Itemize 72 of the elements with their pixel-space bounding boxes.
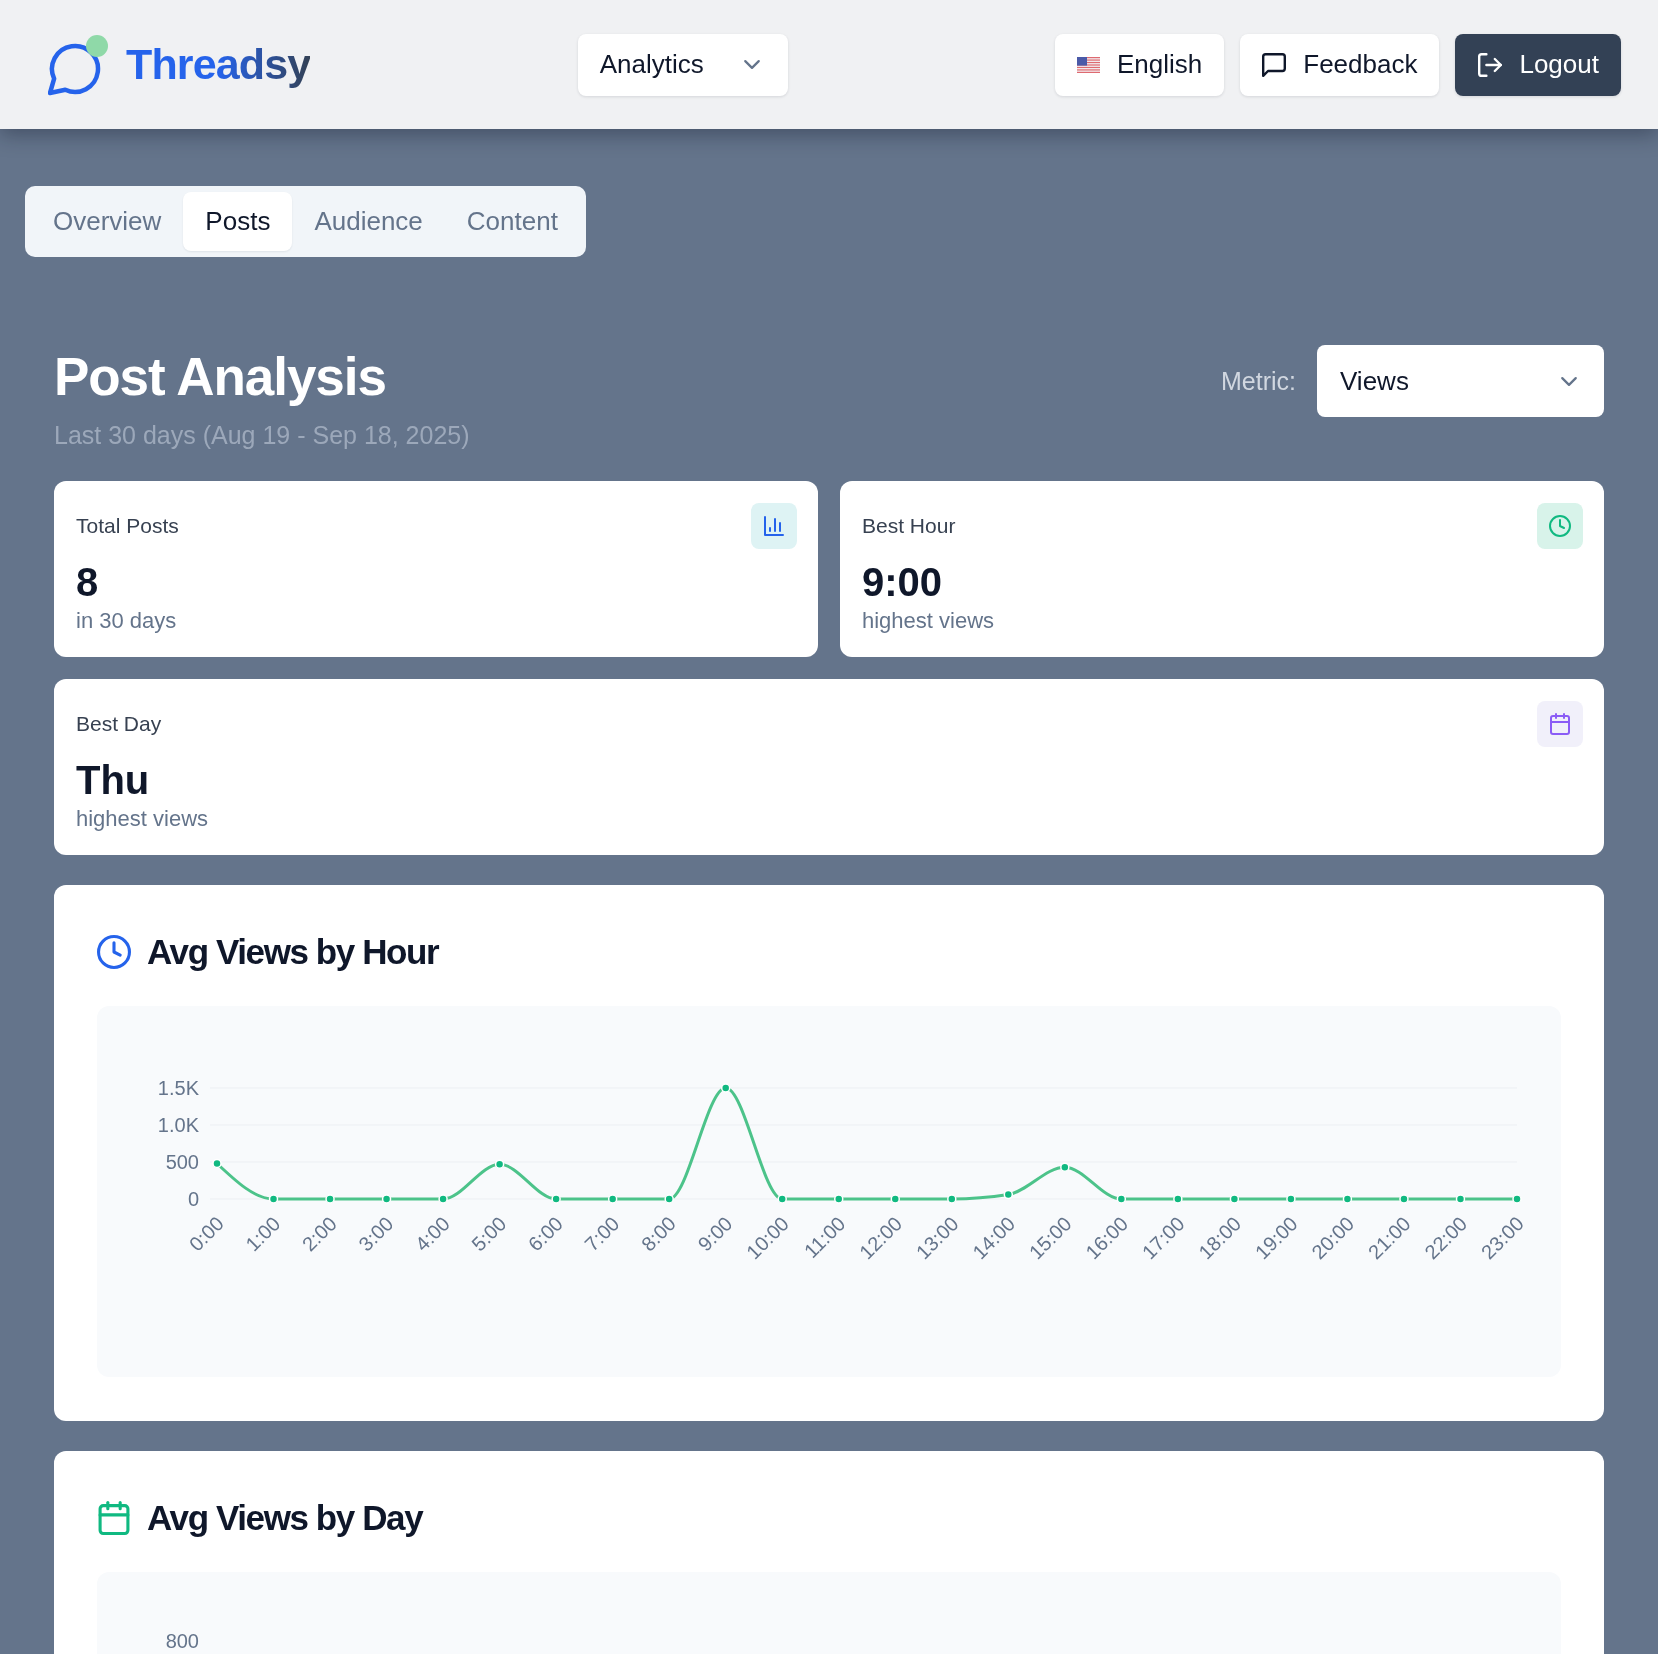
axis-label: 6:00 xyxy=(523,1212,567,1256)
axis-label: 0 xyxy=(187,1188,199,1210)
data-point xyxy=(720,1083,731,1093)
stat-value: 8 xyxy=(76,560,99,604)
axis-label: 1:00 xyxy=(241,1212,285,1256)
axis-label: 7:00 xyxy=(580,1212,624,1256)
data-point xyxy=(1512,1194,1522,1204)
stat-caption: highest views xyxy=(76,805,209,833)
stat-caption: highest views xyxy=(862,607,995,635)
data-point xyxy=(551,1194,561,1204)
axis-label: 4:00 xyxy=(410,1212,454,1256)
language-button[interactable]: English xyxy=(1055,33,1225,96)
bar-chart-icon xyxy=(751,503,797,549)
data-point xyxy=(1003,1189,1014,1200)
data-point xyxy=(212,1158,222,1169)
axis-label: 1.0K xyxy=(157,1114,199,1136)
data-point xyxy=(664,1194,674,1204)
metric-label: Metric: xyxy=(1221,366,1296,396)
data-point xyxy=(1455,1194,1466,1204)
data-point xyxy=(268,1194,279,1204)
tab[interactable]: Overview xyxy=(31,192,184,251)
chevron-down-icon xyxy=(743,60,760,69)
chart-title: Avg Views by Hour xyxy=(147,935,439,969)
tab[interactable]: Content xyxy=(444,192,580,251)
chevron-down-icon xyxy=(1561,376,1577,386)
data-point xyxy=(947,1194,957,1204)
logo-icon xyxy=(48,33,109,96)
data-point xyxy=(777,1194,787,1204)
axis-label: 3:00 xyxy=(354,1212,398,1256)
page-title: Post Analysis xyxy=(54,346,386,408)
data-point xyxy=(494,1159,505,1169)
metric-dropdown[interactable]: Views xyxy=(1317,345,1604,417)
data-point xyxy=(325,1194,335,1204)
clock-icon xyxy=(1537,503,1583,549)
data-point xyxy=(890,1194,900,1204)
logout-icon xyxy=(1478,52,1503,77)
data-point xyxy=(1116,1194,1127,1204)
axis-label: 5:00 xyxy=(467,1212,511,1256)
clock-icon xyxy=(97,935,131,969)
chart-title: Avg Views by Day xyxy=(147,1501,423,1535)
stat-label: Total Posts xyxy=(76,514,179,538)
axis-label: 1.5K xyxy=(157,1077,199,1099)
data-point xyxy=(438,1194,448,1204)
calendar-icon xyxy=(1537,701,1583,747)
data-point xyxy=(1060,1162,1070,1172)
axis-label: 800 xyxy=(165,1630,199,1652)
stat-label: Best Day xyxy=(76,712,162,736)
data-point xyxy=(607,1194,618,1204)
axis-label: 0:00 xyxy=(184,1212,228,1256)
message-icon xyxy=(1262,52,1287,77)
data-point xyxy=(1399,1194,1409,1204)
stat-value: Thu xyxy=(76,758,150,802)
data-point xyxy=(834,1194,844,1204)
data-point xyxy=(1229,1194,1240,1204)
stat-label: Best Hour xyxy=(862,514,956,538)
tab[interactable]: Posts xyxy=(183,192,293,251)
calendar-icon xyxy=(97,1501,131,1535)
stat-caption: in 30 days xyxy=(76,607,177,635)
tab[interactable]: Audience xyxy=(292,192,445,251)
page-subtitle: Last 30 days (Aug 19 - Sep 18, 2025) xyxy=(54,420,470,451)
flag-icon xyxy=(1077,56,1100,73)
data-point xyxy=(1342,1194,1353,1204)
data-point xyxy=(1286,1194,1296,1204)
feedback-button[interactable]: Feedback xyxy=(1240,33,1440,96)
axis-label: 8:00 xyxy=(636,1212,680,1256)
stat-value: 9:00 xyxy=(862,560,943,604)
data-point xyxy=(1173,1194,1183,1204)
axis-label: 500 xyxy=(165,1151,199,1173)
data-point xyxy=(381,1194,392,1204)
logout-button[interactable]: Logout xyxy=(1455,33,1621,96)
axis-label: 9:00 xyxy=(693,1212,737,1256)
section-dropdown[interactable]: Analytics xyxy=(577,33,788,96)
